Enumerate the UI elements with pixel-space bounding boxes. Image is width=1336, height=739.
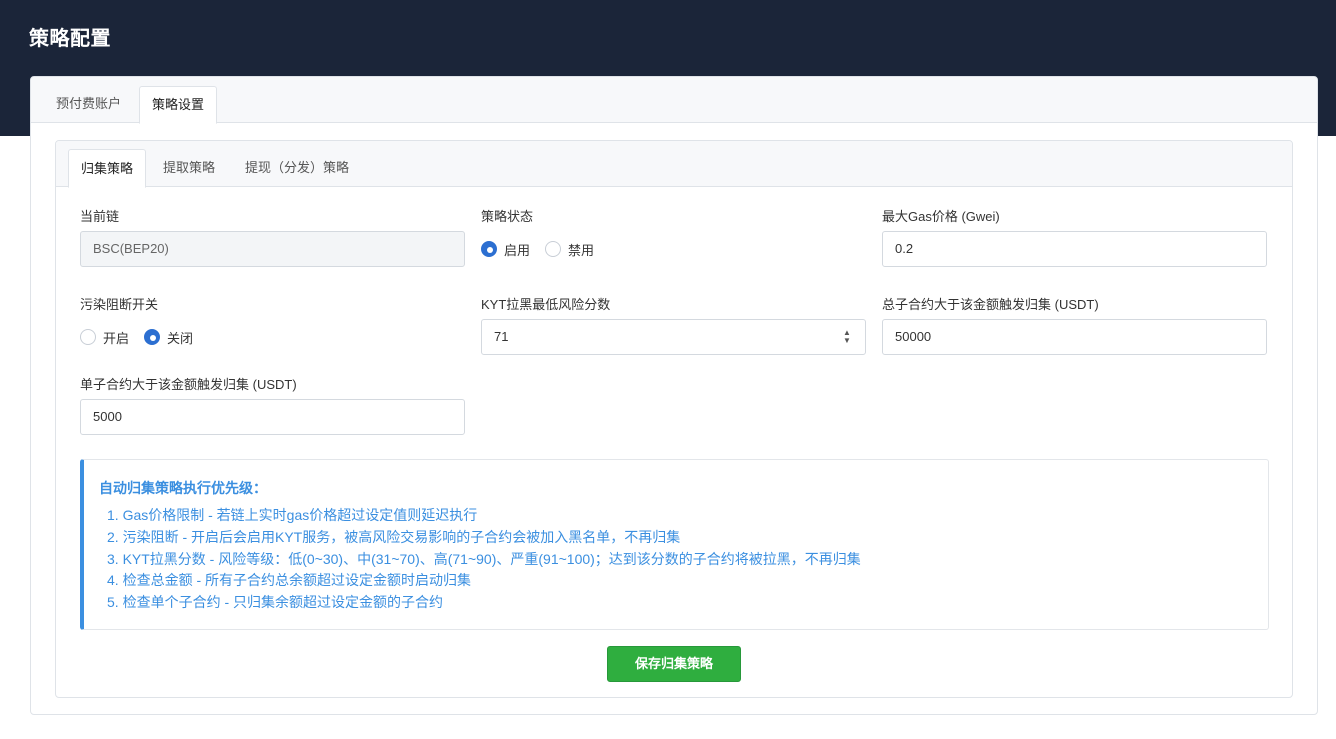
info-title: 自动归集策略执行优先级： [99,480,267,496]
radio-checked-icon [481,241,497,257]
strategy-status-label: 策略状态 [481,209,534,224]
tab-collection-strategy[interactable]: 归集策略 [68,149,147,188]
single-threshold-input[interactable]: 5000 [80,399,465,435]
single-threshold-label: 单子合约大于该金额触发归集 (USDT) [80,377,297,392]
kyt-min-risk-value: 71 [494,329,509,344]
tab-strategy-settings[interactable]: 策略设置 [139,86,218,124]
list-item: 4. 检查总金额 - 所有子合约总余额超过设定金额时启动归集 [107,572,472,589]
total-threshold-label: 总子合约大于该金额触发归集 (USDT) [882,297,1099,312]
settings-card: 预付费账户 策略设置 归集策略 提取策略 提现（分发）策略 当前链 BSC(BE… [30,76,1318,715]
status-enable-label: 启用 [504,242,531,258]
number-spinner-icon[interactable]: ▲ ▼ [842,329,852,347]
page-title: 策略配置 [29,28,111,50]
priority-list: 1. Gas价格限制 - 若链上实时gas价格超过设定值则延迟执行 2. 污染阻… [107,505,861,614]
current-chain-label: 当前链 [80,209,120,224]
max-gas-price-input[interactable]: 0.2 [882,231,1267,267]
status-disable-label: 禁用 [568,242,595,258]
list-item: 1. Gas价格限制 - 若链上实时gas价格超过设定值则延迟执行 [107,507,478,523]
kyt-min-risk-input[interactable]: 71 ▲ ▼ [481,319,866,355]
list-item: 5. 检查单个子合约 - 只归集余额超过设定金额的子合约 [107,594,444,611]
priority-info-box: 自动归集策略执行优先级： 1. Gas价格限制 - 若链上实时gas价格超过设定… [80,459,1269,630]
radio-unchecked-icon [80,329,96,345]
status-enable-radio[interactable]: 启用 [481,240,530,259]
list-item: 3. KYT拉黑分数 - 风险等级：低(0~30)、中(31~70)、高(71~… [107,550,861,567]
pollution-block-label: 污染阻断开关 [80,297,159,312]
strategy-status-radio-group: 启用 禁用 [481,239,609,259]
list-item: 2. 污染阻断 - 开启后会启用KYT服务，被高风险交易影响的子合约会被加入黑名… [107,528,681,545]
total-threshold-input[interactable]: 50000 [882,319,1267,355]
radio-unchecked-icon [545,241,562,257]
kyt-min-risk-label: KYT拉黑最低风险分数 [481,297,611,312]
tab-withdrawal-strategy[interactable]: 提现（分发）策略 [233,149,361,188]
save-collection-strategy-button[interactable]: 保存归集策略 [607,646,741,682]
outer-tab-bar: 预付费账户 策略设置 [31,77,1317,124]
status-disable-radio[interactable]: 禁用 [545,240,594,259]
inner-tab-bar: 归集策略 提取策略 提现（分发）策略 [56,141,1292,188]
max-gas-price-label: 最大Gas价格 (Gwei) [882,209,1000,224]
pollution-on-radio[interactable]: 开启 [80,328,129,347]
tab-extraction-strategy[interactable]: 提取策略 [151,149,227,188]
tab-prepaid-account[interactable]: 预付费账户 [44,86,133,124]
pollution-off-label: 关闭 [167,330,194,346]
strategy-panel: 归集策略 提取策略 提现（分发）策略 当前链 BSC(BEP20) 策略状态 启… [55,140,1293,698]
pollution-on-label: 开启 [103,330,130,346]
current-chain-field: BSC(BEP20) [80,231,465,267]
radio-checked-icon [144,329,161,345]
pollution-off-radio[interactable]: 关闭 [144,328,193,347]
pollution-block-radio-group: 开启 关闭 [80,327,208,347]
